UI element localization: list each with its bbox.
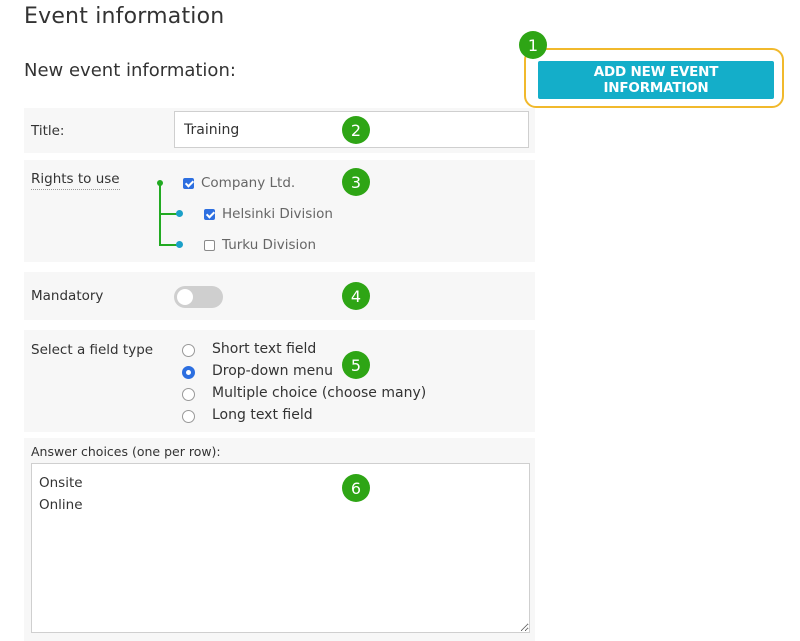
- radio-label-long-text-field: Long text field: [212, 407, 313, 423]
- page-title: Event information: [24, 4, 225, 29]
- add-new-event-information-button[interactable]: ADD NEW EVENT INFORMATION: [538, 61, 774, 99]
- badge-2: 2: [342, 116, 370, 144]
- checkbox-label-helsinki-division: Helsinki Division: [222, 206, 333, 222]
- section-subtitle: New event information:: [24, 60, 236, 81]
- mandatory-toggle[interactable]: [174, 286, 223, 308]
- radio-label-multiple-choice: Multiple choice (choose many): [212, 385, 427, 401]
- title-label: Title:: [31, 123, 65, 139]
- radio-drop-down-menu[interactable]: [182, 366, 195, 379]
- checkbox-label-company-ltd: Company Ltd.: [201, 175, 296, 191]
- tree-dot-helsinki: [176, 210, 183, 217]
- rights-label: Rights to use: [31, 171, 120, 190]
- checkbox-company-ltd[interactable]: [183, 178, 194, 189]
- answer-choices-label: Answer choices (one per row):: [31, 444, 221, 459]
- mandatory-label: Mandatory: [31, 288, 104, 304]
- checkbox-label-turku-division: Turku Division: [222, 237, 317, 253]
- event-information-page: Event information New event information:…: [0, 0, 800, 641]
- radio-short-text-field[interactable]: [182, 344, 195, 357]
- badge-5: 5: [342, 351, 370, 379]
- answer-choices-textarea[interactable]: [31, 463, 530, 633]
- badge-6: 6: [342, 474, 370, 502]
- radio-multiple-choice[interactable]: [182, 388, 195, 401]
- badge-1: 1: [519, 31, 547, 59]
- tree-dot-turku: [176, 241, 183, 248]
- radio-label-drop-down-menu: Drop-down menu: [212, 363, 333, 379]
- checkbox-turku-division[interactable]: [204, 240, 215, 251]
- radio-label-short-text-field: Short text field: [212, 341, 317, 357]
- radio-long-text-field[interactable]: [182, 410, 195, 423]
- badge-4: 4: [342, 282, 370, 310]
- field-type-label: Select a field type: [31, 342, 154, 358]
- badge-3: 3: [342, 168, 370, 196]
- checkbox-helsinki-division[interactable]: [204, 209, 215, 220]
- toggle-knob: [177, 289, 193, 305]
